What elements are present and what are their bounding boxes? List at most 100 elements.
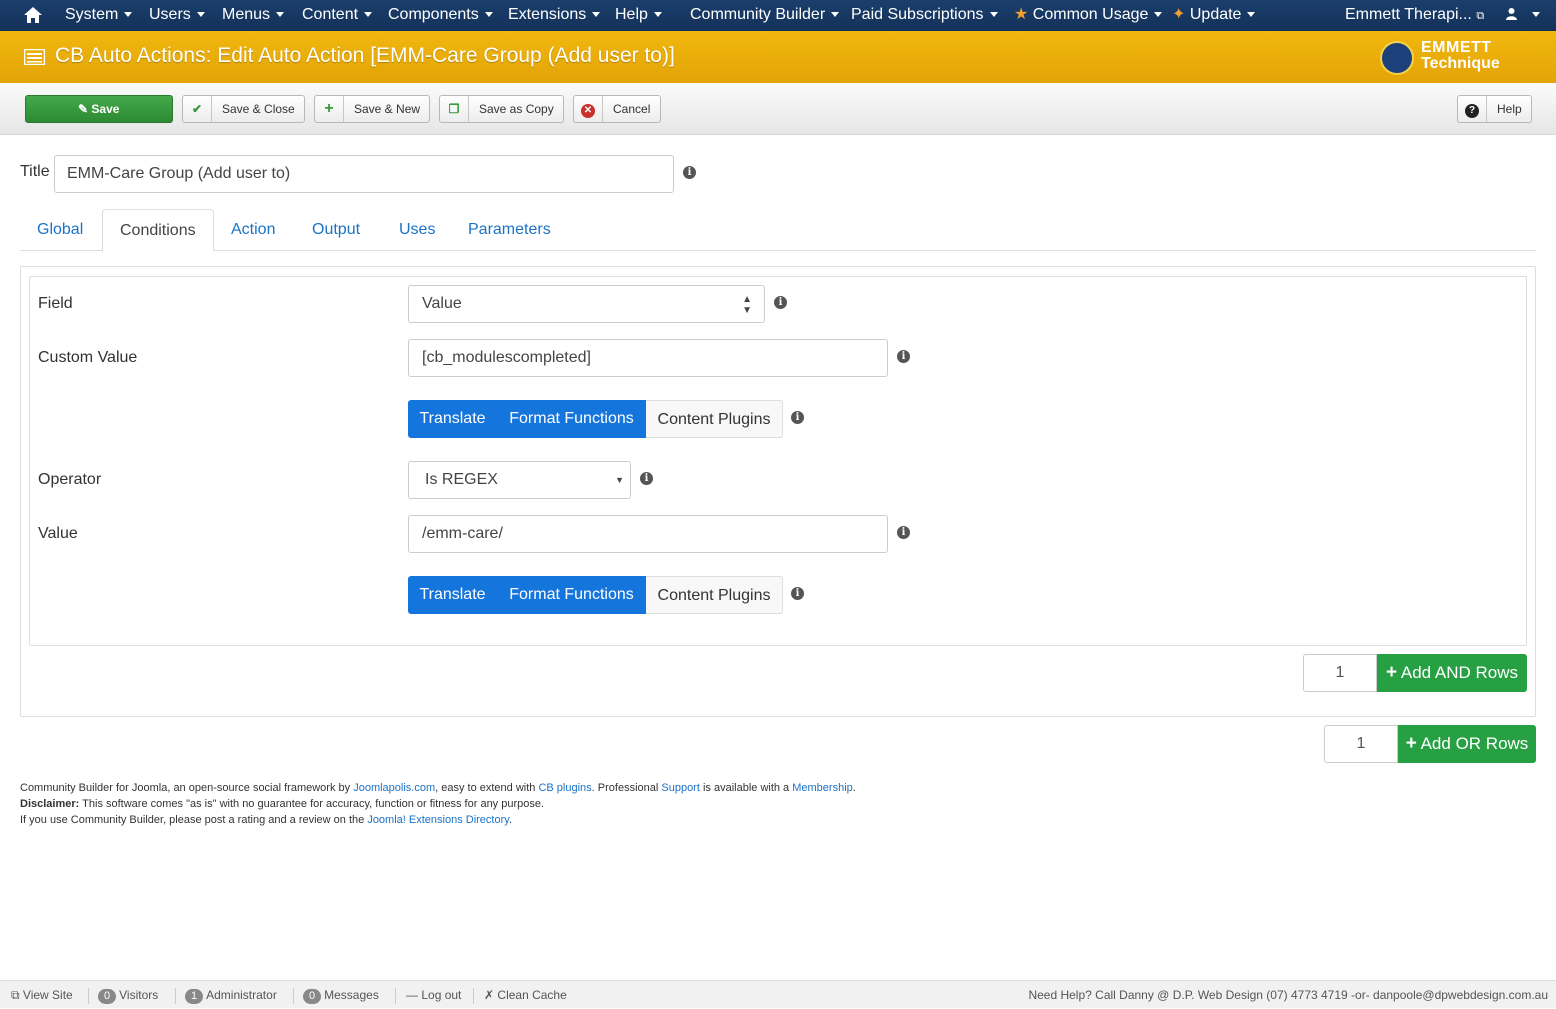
info-icon[interactable]: i: [774, 296, 787, 309]
chevron-down-icon: [1247, 12, 1256, 18]
help-button[interactable]: ? Help: [1457, 95, 1532, 123]
visitors-status: 0 Visitors: [98, 981, 158, 1009]
value-label: Value: [38, 525, 78, 542]
or-rows-count-input[interactable]: 1: [1324, 725, 1398, 763]
translate-button[interactable]: Translate: [408, 576, 497, 614]
footer-text: is available with a: [699, 782, 793, 794]
visitors-label: Visitors: [119, 988, 159, 1002]
top-nav: System Users Menus Content Components Ex…: [0, 0, 1556, 31]
menu-content[interactable]: Content: [302, 0, 373, 31]
rocket-icon: ✦: [1172, 6, 1186, 23]
logo-emblem: [1380, 41, 1414, 75]
info-icon[interactable]: i: [897, 350, 910, 363]
save-close-button[interactable]: ✔ Save & Close: [182, 95, 305, 123]
cancel-button[interactable]: ✕ Cancel: [573, 95, 661, 123]
save-copy-label: Save as Copy: [479, 102, 554, 116]
question-icon: ?: [1458, 96, 1487, 122]
add-and-rows-button[interactable]: + Add AND Rows: [1377, 654, 1527, 692]
add-or-rows-label: Add OR Rows: [1420, 734, 1529, 753]
edit-icon: ✎: [78, 102, 89, 116]
chevron-down-icon: [196, 12, 205, 18]
disclaimer-label: Disclaimer:: [20, 798, 80, 810]
title-input[interactable]: EMM-Care Group (Add user to): [54, 155, 674, 193]
save-new-button[interactable]: + Save & New: [314, 95, 430, 123]
and-rows-count-input[interactable]: 1: [1303, 654, 1377, 692]
menu-components[interactable]: Components: [388, 0, 493, 31]
menu-users[interactable]: Users: [149, 0, 205, 31]
content-plugins-button[interactable]: Content Plugins: [646, 576, 783, 614]
menu-help[interactable]: Help: [615, 0, 662, 31]
footer-text: .: [852, 782, 856, 794]
menu-community-builder[interactable]: Community Builder: [690, 0, 840, 31]
save-copy-button[interactable]: ❐ Save as Copy: [439, 95, 564, 123]
chevron-down-icon: [484, 12, 493, 18]
menu-paid-subscriptions-label: Paid Subscriptions: [851, 6, 984, 23]
menu-menus[interactable]: Menus: [222, 0, 285, 31]
logout-link[interactable]: — Log out: [406, 981, 461, 1009]
chevron-down-icon: [653, 12, 662, 18]
chevron-down-icon: [831, 12, 840, 18]
messages-badge: 0: [303, 989, 322, 1004]
footer-text: . Professional: [591, 782, 662, 794]
broom-icon: ✗: [484, 988, 495, 1002]
menu-update[interactable]: ✦ Update: [1172, 0, 1256, 31]
value-input[interactable]: /emm-care/: [408, 515, 888, 553]
translate-button[interactable]: Translate: [408, 400, 497, 438]
footer-text: Community Builder for Joomla, an open-so…: [20, 782, 354, 794]
menu-content-label: Content: [302, 6, 359, 23]
logo-line2: Technique: [1421, 55, 1500, 72]
menu-paid-subscriptions[interactable]: Paid Subscriptions: [851, 0, 998, 31]
chevron-down-icon: ▼: [615, 475, 624, 485]
minus-icon: —: [406, 988, 418, 1002]
tab-uses[interactable]: Uses: [382, 209, 452, 251]
menu-system[interactable]: System: [65, 0, 133, 31]
menu-extensions-label: Extensions: [508, 6, 587, 23]
custom-value-label: Custom Value: [38, 349, 138, 366]
field-select[interactable]: Value ▲ ▼: [408, 285, 765, 323]
brand-logo: EMMETT Technique: [1380, 39, 1540, 77]
chevron-down-icon: [1532, 12, 1541, 18]
tab-action[interactable]: Action: [214, 209, 292, 251]
tab-output[interactable]: Output: [295, 209, 377, 251]
cb-plugins-link[interactable]: CB plugins: [538, 782, 591, 794]
home-icon[interactable]: [23, 5, 43, 25]
menu-common-usage[interactable]: ★ Common Usage: [1014, 0, 1163, 31]
view-site-label: View Site: [22, 988, 73, 1002]
clean-cache-label: Clean Cache: [497, 988, 567, 1002]
joomlapolis-link[interactable]: Joomlapolis.com: [353, 782, 435, 794]
format-functions-button[interactable]: Format Functions: [497, 400, 646, 438]
info-icon[interactable]: i: [897, 526, 910, 539]
jed-link[interactable]: Joomla! Extensions Directory: [367, 814, 509, 826]
site-link[interactable]: Emmett Therapi... ⧉: [1345, 0, 1484, 31]
save-button[interactable]: ✎ Save: [25, 95, 173, 123]
tab-global[interactable]: Global: [20, 209, 100, 251]
footer-line-1: Community Builder for Joomla, an open-so…: [20, 780, 856, 796]
user-menu[interactable]: [1505, 0, 1541, 31]
view-site-link[interactable]: ⧉ View Site: [11, 981, 73, 1009]
tab-parameters[interactable]: Parameters: [451, 209, 568, 251]
menu-update-label: Update: [1189, 6, 1242, 23]
add-or-rows-button[interactable]: + Add OR Rows: [1398, 725, 1536, 763]
site-name: Emmett Therapi...: [1345, 6, 1472, 23]
custom-value-input[interactable]: [cb_modulescompleted]: [408, 339, 888, 377]
info-icon[interactable]: i: [791, 411, 804, 424]
divider: [473, 988, 474, 1004]
clean-cache-link[interactable]: ✗ Clean Cache: [484, 981, 567, 1009]
plus-icon: +: [315, 96, 344, 122]
admin-label: Administrator: [206, 988, 277, 1002]
info-icon[interactable]: i: [683, 166, 696, 179]
support-link[interactable]: Support: [661, 782, 700, 794]
info-icon[interactable]: i: [640, 472, 653, 485]
menu-extensions[interactable]: Extensions: [508, 0, 601, 31]
save-close-label: Save & Close: [222, 102, 295, 116]
content-plugins-button[interactable]: Content Plugins: [646, 400, 783, 438]
info-icon[interactable]: i: [791, 587, 804, 600]
messages-status[interactable]: 0 Messages: [303, 981, 379, 1009]
field-select-value: Value: [422, 295, 462, 312]
operator-select[interactable]: Is REGEX ▼: [408, 461, 631, 499]
format-functions-button[interactable]: Format Functions: [497, 576, 646, 614]
tab-conditions[interactable]: Conditions: [102, 209, 214, 252]
membership-link[interactable]: Membership: [792, 782, 853, 794]
star-icon: ★: [1014, 6, 1029, 23]
menu-help-label: Help: [615, 6, 648, 23]
